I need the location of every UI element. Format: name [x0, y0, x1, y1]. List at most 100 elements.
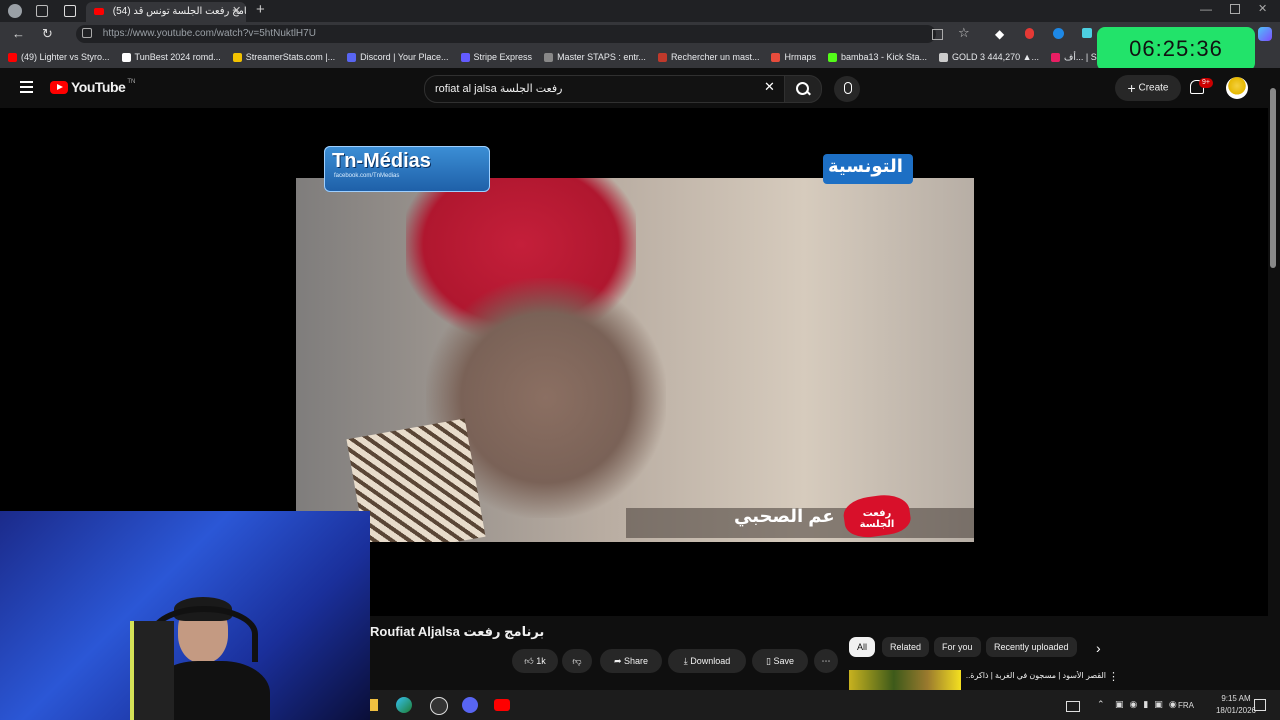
- like-button[interactable]: 👍︎ 1k: [512, 649, 558, 673]
- copilot-icon[interactable]: [1258, 27, 1272, 41]
- clear-search-icon[interactable]: ✕: [764, 79, 775, 95]
- notification-center-icon[interactable]: [1254, 699, 1266, 711]
- share-icon: ➦: [613, 656, 622, 666]
- bookmark-star-icon[interactable]: ☆: [958, 25, 970, 41]
- tn-medias-text: Tn-Médias: [332, 150, 431, 172]
- avatar[interactable]: [1226, 77, 1248, 99]
- search-input[interactable]: rofiat al jalsa رفعت الجلسة: [424, 75, 788, 103]
- bookmark-label: Master STAPS : entr...: [557, 52, 646, 62]
- keyboard-language[interactable]: FRA: [1178, 701, 1194, 710]
- back-icon[interactable]: ←: [12, 26, 25, 41]
- tab-active[interactable]: (54) برنامج رفعت الجلسة تونس قد: [86, 2, 246, 22]
- bookmark-label: StreamerStats.com |...: [245, 52, 336, 62]
- channel-logo-text: التونسية: [828, 156, 903, 176]
- bookmark-item[interactable]: Rechercher un mast...: [657, 46, 760, 68]
- extension-icon-4[interactable]: [1082, 28, 1092, 38]
- download-label: Download: [690, 656, 731, 666]
- youtube-favicon-icon: [94, 7, 104, 15]
- show-tray-chevron-icon[interactable]: ⌃: [1097, 699, 1105, 710]
- video-frame[interactable]: عم الصحبي رفعت الجلسة: [296, 178, 974, 542]
- file-explorer-icon[interactable]: [370, 699, 378, 711]
- bookmark-label: TunBest 2024 romd...: [134, 52, 221, 62]
- gaming-chair: [130, 621, 174, 720]
- scrollbar[interactable]: [1268, 68, 1280, 690]
- window-minimize-icon[interactable]: —: [1200, 2, 1212, 16]
- youtube-logo[interactable]: YouTube TN: [50, 79, 135, 95]
- bookmark-label: GOLD 3 444,270 ▲...: [952, 52, 1040, 62]
- webcam-overlay: [0, 511, 370, 720]
- chip-recently-uploaded[interactable]: Recently uploaded: [986, 637, 1077, 657]
- bookmark-favicon-icon: [939, 52, 949, 62]
- chip-all[interactable]: All: [849, 637, 876, 657]
- bookmark-favicon-icon: [232, 52, 242, 62]
- youtube-logo-text: YouTube: [71, 79, 126, 95]
- dislike-button[interactable]: 👎︎: [562, 649, 592, 673]
- bookmark-favicon-icon: [121, 52, 131, 62]
- new-tab-icon[interactable]: +: [256, 1, 265, 18]
- bookmark-item[interactable]: StreamerStats.com |...: [232, 46, 336, 68]
- monitor-icon[interactable]: [1066, 701, 1080, 712]
- bookmark-item[interactable]: (49) Lighter vs Styro...: [8, 46, 110, 68]
- obs-icon[interactable]: [430, 697, 448, 715]
- create-button[interactable]: + Create: [1115, 75, 1181, 101]
- url-text: https://www.youtube.com/watch?v=5htNuktl…: [102, 28, 316, 39]
- voice-search-button[interactable]: [834, 76, 860, 102]
- bookmarks-bar: (49) Lighter vs Styro... TunBest 2024 rom…: [0, 46, 1280, 68]
- window-maximize-icon[interactable]: [1230, 4, 1240, 14]
- profile-icon[interactable]: [8, 4, 22, 18]
- like-count: 1k: [536, 656, 546, 666]
- extension-icon-1[interactable]: ◆: [995, 27, 1004, 41]
- bookmark-item[interactable]: Discord | Your Place...: [347, 46, 449, 68]
- bookmark-item[interactable]: TunBest 2024 romd...: [121, 46, 221, 68]
- search-button[interactable]: [784, 75, 822, 103]
- bookmark-favicon-icon: [1051, 52, 1061, 62]
- more-actions-button[interactable]: ⋯: [814, 649, 838, 673]
- search-query: rofiat al jalsa رفعت الجلسة: [435, 83, 563, 95]
- share-button[interactable]: ➦ Share: [600, 649, 662, 673]
- notifications-badge: 9+: [1199, 78, 1213, 88]
- bookmark-item[interactable]: Master STAPS : entr...: [544, 46, 646, 68]
- extension-icon-3[interactable]: [1053, 28, 1064, 39]
- thumbs-down-icon: 👎︎: [572, 656, 582, 666]
- menu-icon[interactable]: [20, 81, 33, 93]
- recommendation-thumbnail[interactable]: [849, 670, 961, 690]
- tab-title: (54) برنامج رفعت الجلسة تونس قد: [112, 6, 246, 17]
- download-button[interactable]: ⤓ Download: [668, 649, 746, 673]
- discord-app-icon[interactable]: [462, 697, 478, 713]
- bookmark-favicon-icon: [8, 52, 17, 62]
- youtube-play-icon: [50, 80, 68, 94]
- save-button[interactable]: ▯ Save: [752, 649, 808, 673]
- chip-related[interactable]: Related: [882, 637, 930, 657]
- tab-groups-icon[interactable]: [36, 5, 48, 17]
- window-close-icon[interactable]: ✕: [1258, 2, 1267, 15]
- address-bar[interactable]: https://www.youtube.com/watch?v=5htNuktl…: [76, 25, 936, 43]
- bookmark-icon: ▯: [766, 656, 771, 666]
- extension-icon-2[interactable]: [1025, 28, 1034, 39]
- more-icon: ⋯: [821, 656, 831, 666]
- tab-close-icon[interactable]: ✕: [232, 4, 241, 17]
- windows-taskbar: ⌃ ▣◉▮▣◉ FRA 9:15 AM 18/01/2026: [370, 690, 1280, 720]
- plus-icon: +: [1127, 80, 1136, 96]
- site-info-icon[interactable]: [82, 28, 92, 39]
- chip-for-you[interactable]: For you: [934, 637, 981, 657]
- lower-third-name: عم الصحبي: [734, 506, 835, 526]
- reload-icon[interactable]: ↻: [42, 26, 53, 42]
- bookmark-item[interactable]: bamba13 - Kick Sta...: [828, 46, 927, 68]
- tab-search-icon[interactable]: [64, 5, 76, 17]
- chevron-right-icon[interactable]: ›: [1096, 640, 1101, 656]
- thumbs-up-icon: 👍︎: [524, 656, 534, 666]
- recommendation-title[interactable]: القصر الأسود | مسجون في الغربة | ذاكرة..…: [966, 671, 1106, 680]
- bookmark-item[interactable]: GOLD 3 444,270 ▲...: [939, 46, 1039, 68]
- install-app-icon[interactable]: [932, 29, 943, 40]
- bookmark-item[interactable]: Stripe Express: [460, 46, 533, 68]
- bookmark-label: Stripe Express: [473, 52, 533, 62]
- edge-icon[interactable]: [396, 697, 412, 713]
- person-figure: [346, 178, 676, 542]
- youtube-app-icon[interactable]: [494, 699, 510, 711]
- tray-icons[interactable]: ▣◉▮▣◉: [1115, 699, 1183, 710]
- bookmark-favicon-icon: [460, 52, 470, 62]
- bookmark-item[interactable]: Hrmaps: [771, 46, 816, 68]
- recommendation-menu-icon[interactable]: ⋮: [1108, 670, 1119, 683]
- bookmark-label: Hrmaps: [784, 52, 816, 62]
- bookmark-label: Rechercher un mast...: [670, 52, 760, 62]
